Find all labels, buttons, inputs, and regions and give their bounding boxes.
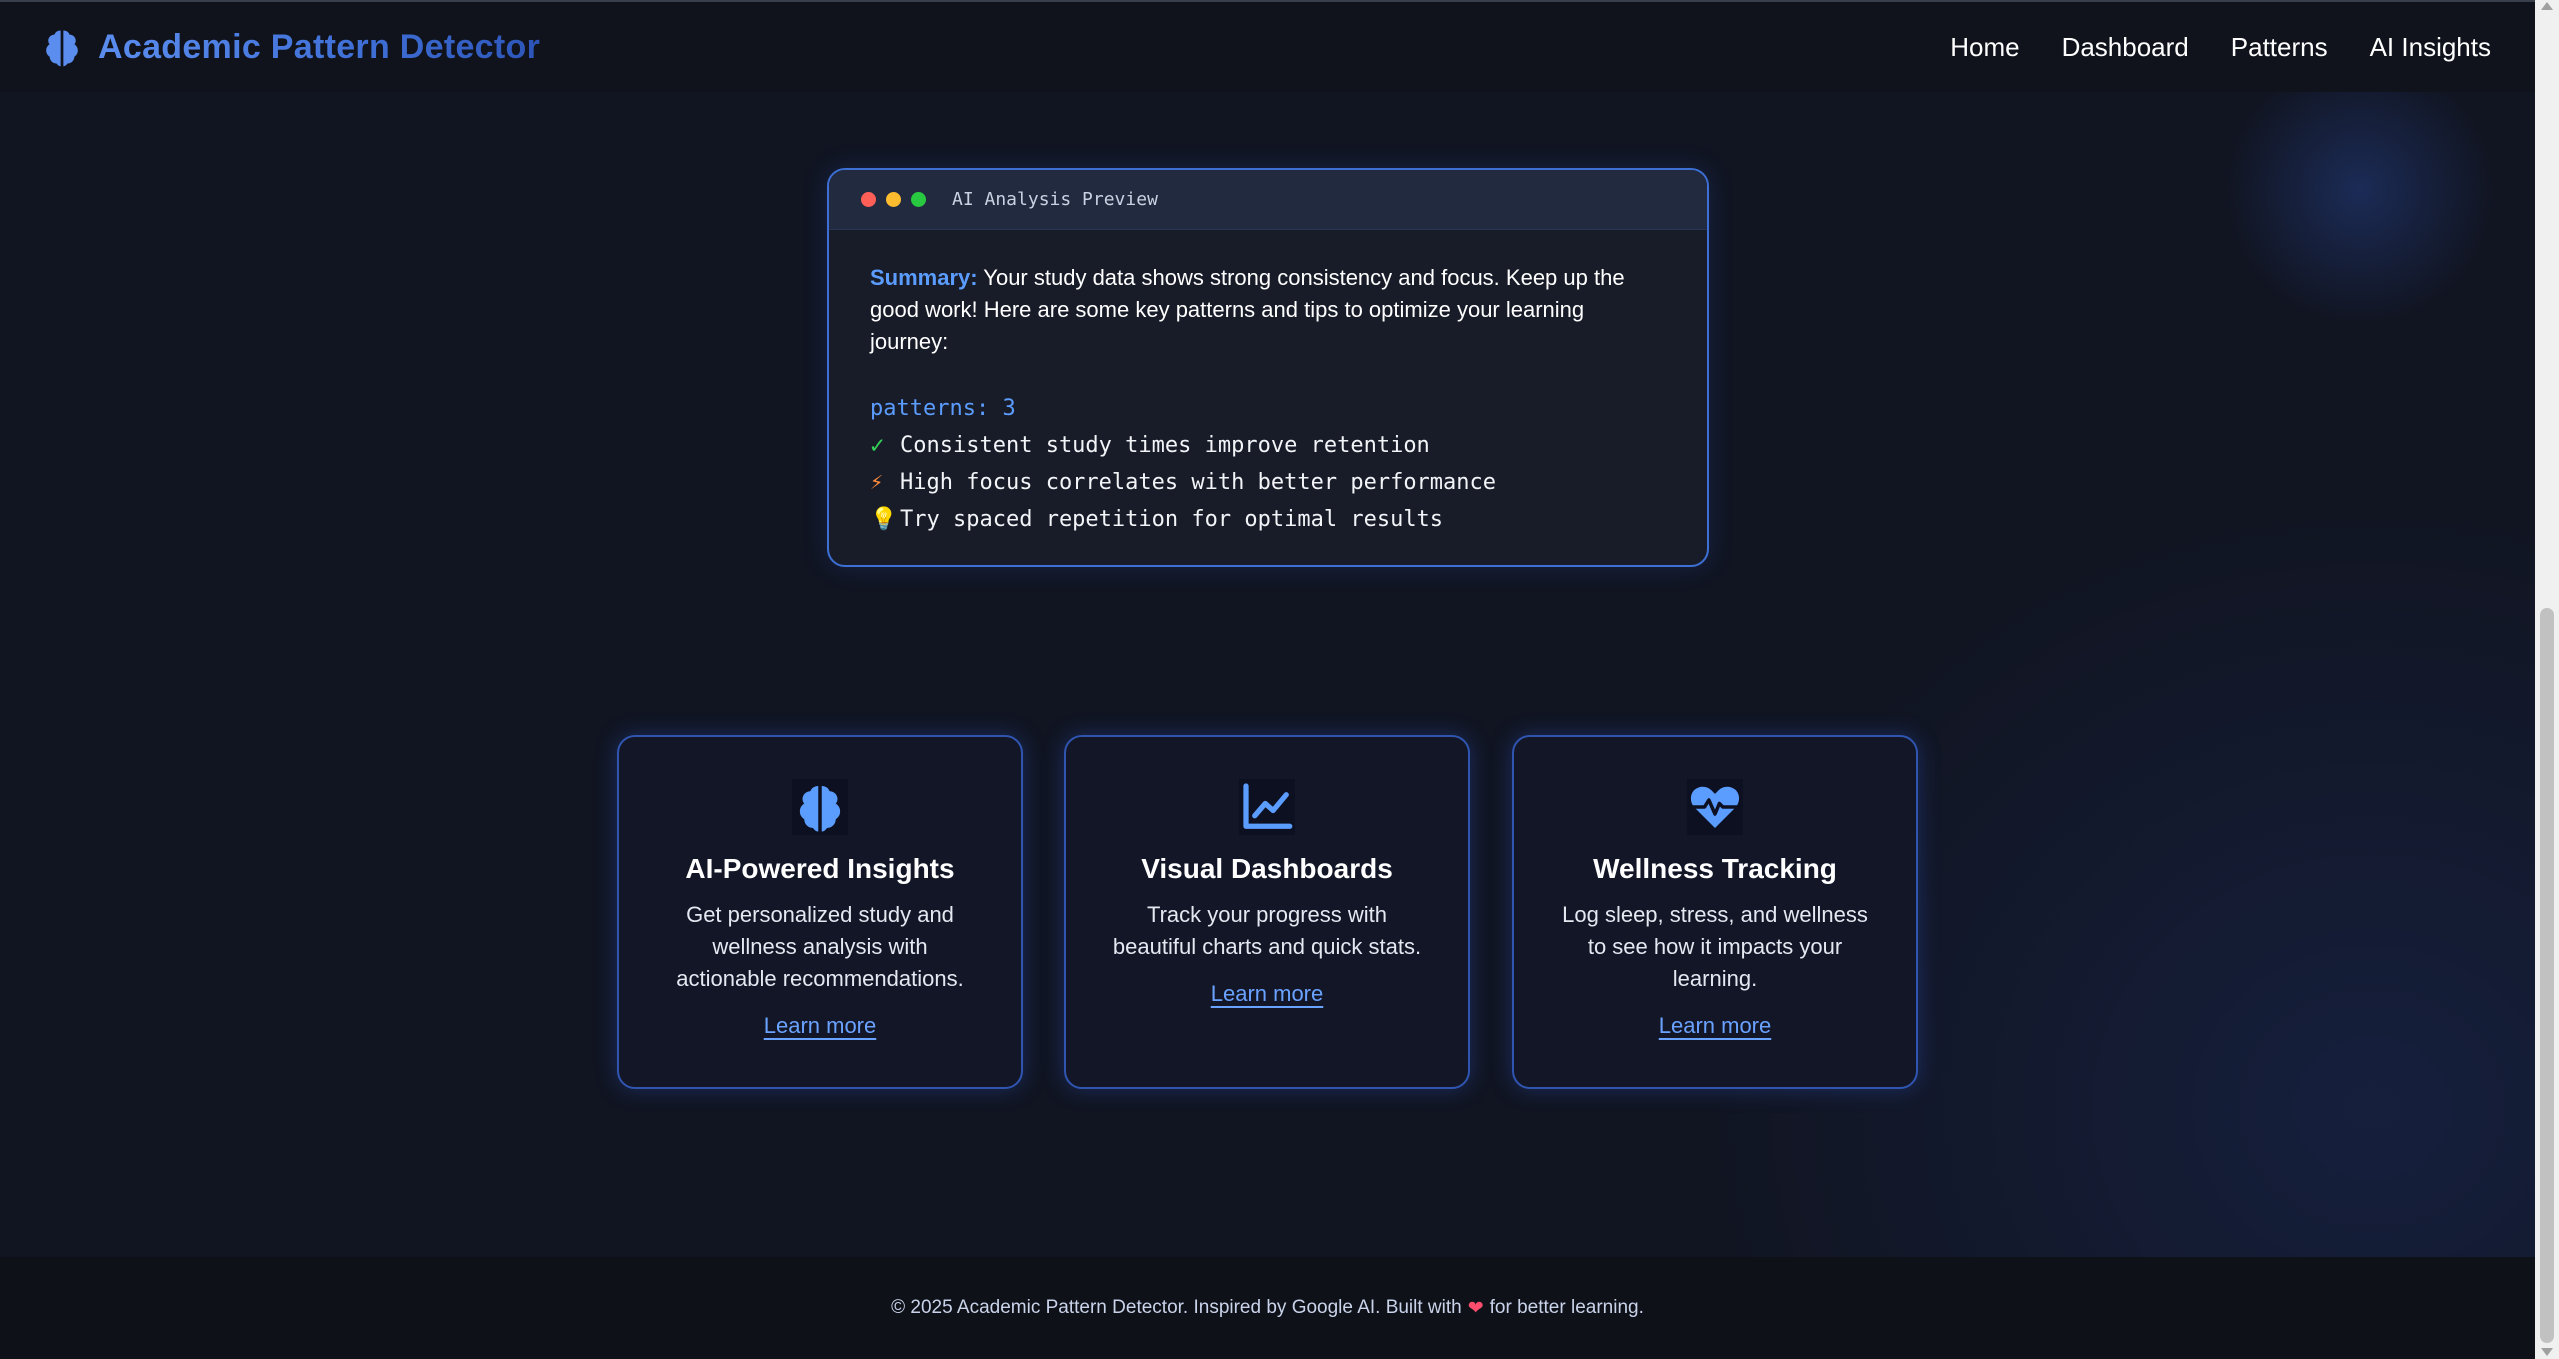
ai-analysis-preview: AI Analysis Preview Summary: Your study … (827, 168, 1709, 567)
preview-window-header: AI Analysis Preview (829, 170, 1707, 230)
patterns-key: patterns: (870, 396, 990, 421)
page-footer: © 2025 Academic Pattern Detector. Inspir… (0, 1257, 2535, 1359)
feature-card-wellness-tracking: Wellness Tracking Log sleep, stress, and… (1512, 735, 1918, 1089)
feature-card-visual-dashboards: Visual Dashboards Track your progress wi… (1064, 735, 1470, 1089)
vertical-scrollbar[interactable] (2535, 0, 2559, 1359)
scroll-up-arrow-icon[interactable] (2541, 2, 2553, 10)
feature-card-ai-insights: AI-Powered Insights Get personalized stu… (617, 735, 1023, 1089)
learn-more-link[interactable]: Learn more (1211, 981, 1324, 1007)
pattern-item: 💡 Try spaced repetition for optimal resu… (870, 501, 1666, 538)
patterns-count: 3 (1002, 396, 1016, 421)
pattern-text: Consistent study times improve retention (900, 433, 1430, 458)
brand[interactable]: Academic Pattern Detector (40, 25, 540, 69)
nav-dashboard-link[interactable]: Dashboard (2062, 32, 2189, 63)
window-maximize-dot (911, 192, 926, 207)
top-navbar: Academic Pattern Detector Home Dashboard… (0, 0, 2535, 92)
card-title: AI-Powered Insights (685, 853, 955, 884)
learn-more-link[interactable]: Learn more (1659, 1013, 1772, 1039)
window-close-dot (861, 192, 876, 207)
learn-more-link[interactable]: Learn more (764, 1013, 877, 1039)
heart-pulse-icon (1687, 779, 1743, 835)
pattern-text: Try spaced repetition for optimal result… (900, 507, 1444, 532)
lightbulb-icon: 💡 (870, 507, 898, 532)
nav-ai-insights-link[interactable]: AI Insights (2370, 32, 2491, 63)
preview-body: Summary: Your study data shows strong co… (829, 230, 1707, 538)
lightning-icon: ⚡ (870, 470, 884, 495)
pattern-item: ⚡ High focus correlates with better perf… (870, 464, 1666, 501)
check-icon: ✓ (870, 431, 885, 459)
summary-text: Your study data shows strong consistency… (870, 265, 1625, 354)
pattern-text: High focus correlates with better perfor… (900, 470, 1497, 495)
nav-patterns-link[interactable]: Patterns (2231, 32, 2328, 63)
patterns-code-block: patterns: 3 ✓ Consistent study times imp… (870, 390, 1666, 538)
card-title: Wellness Tracking (1593, 853, 1837, 884)
scrollbar-thumb[interactable] (2540, 608, 2554, 1343)
card-title: Visual Dashboards (1141, 853, 1393, 884)
card-description: Log sleep, stress, and wellness to see h… (1562, 902, 1868, 991)
scroll-down-arrow-icon[interactable] (2541, 1348, 2553, 1356)
patterns-count-line: patterns: 3 (870, 390, 1666, 427)
pattern-item: ✓ Consistent study times improve retenti… (870, 427, 1666, 464)
brand-title: Academic Pattern Detector (98, 27, 541, 66)
main-nav: Home Dashboard Patterns AI Insights (1950, 32, 2491, 63)
heart-icon: ❤ (1467, 1297, 1484, 1319)
brain-icon (46, 30, 78, 67)
brain-icon (792, 779, 848, 835)
footer-text: © 2025 Academic Pattern Detector. Inspir… (891, 1297, 1462, 1318)
card-description: Track your progress with beautiful chart… (1112, 902, 1422, 959)
nav-home-link[interactable]: Home (1950, 32, 2019, 63)
card-description: Get personalized study and wellness anal… (676, 902, 964, 991)
preview-title: AI Analysis Preview (952, 189, 1158, 210)
chart-line-icon (1239, 779, 1295, 835)
background-glow (2220, 60, 2500, 320)
footer-text-end: for better learning. (1489, 1297, 1644, 1318)
window-minimize-dot (886, 192, 901, 207)
analysis-summary: Summary: Your study data shows strong co… (870, 262, 1666, 358)
summary-label: Summary: (870, 265, 978, 290)
